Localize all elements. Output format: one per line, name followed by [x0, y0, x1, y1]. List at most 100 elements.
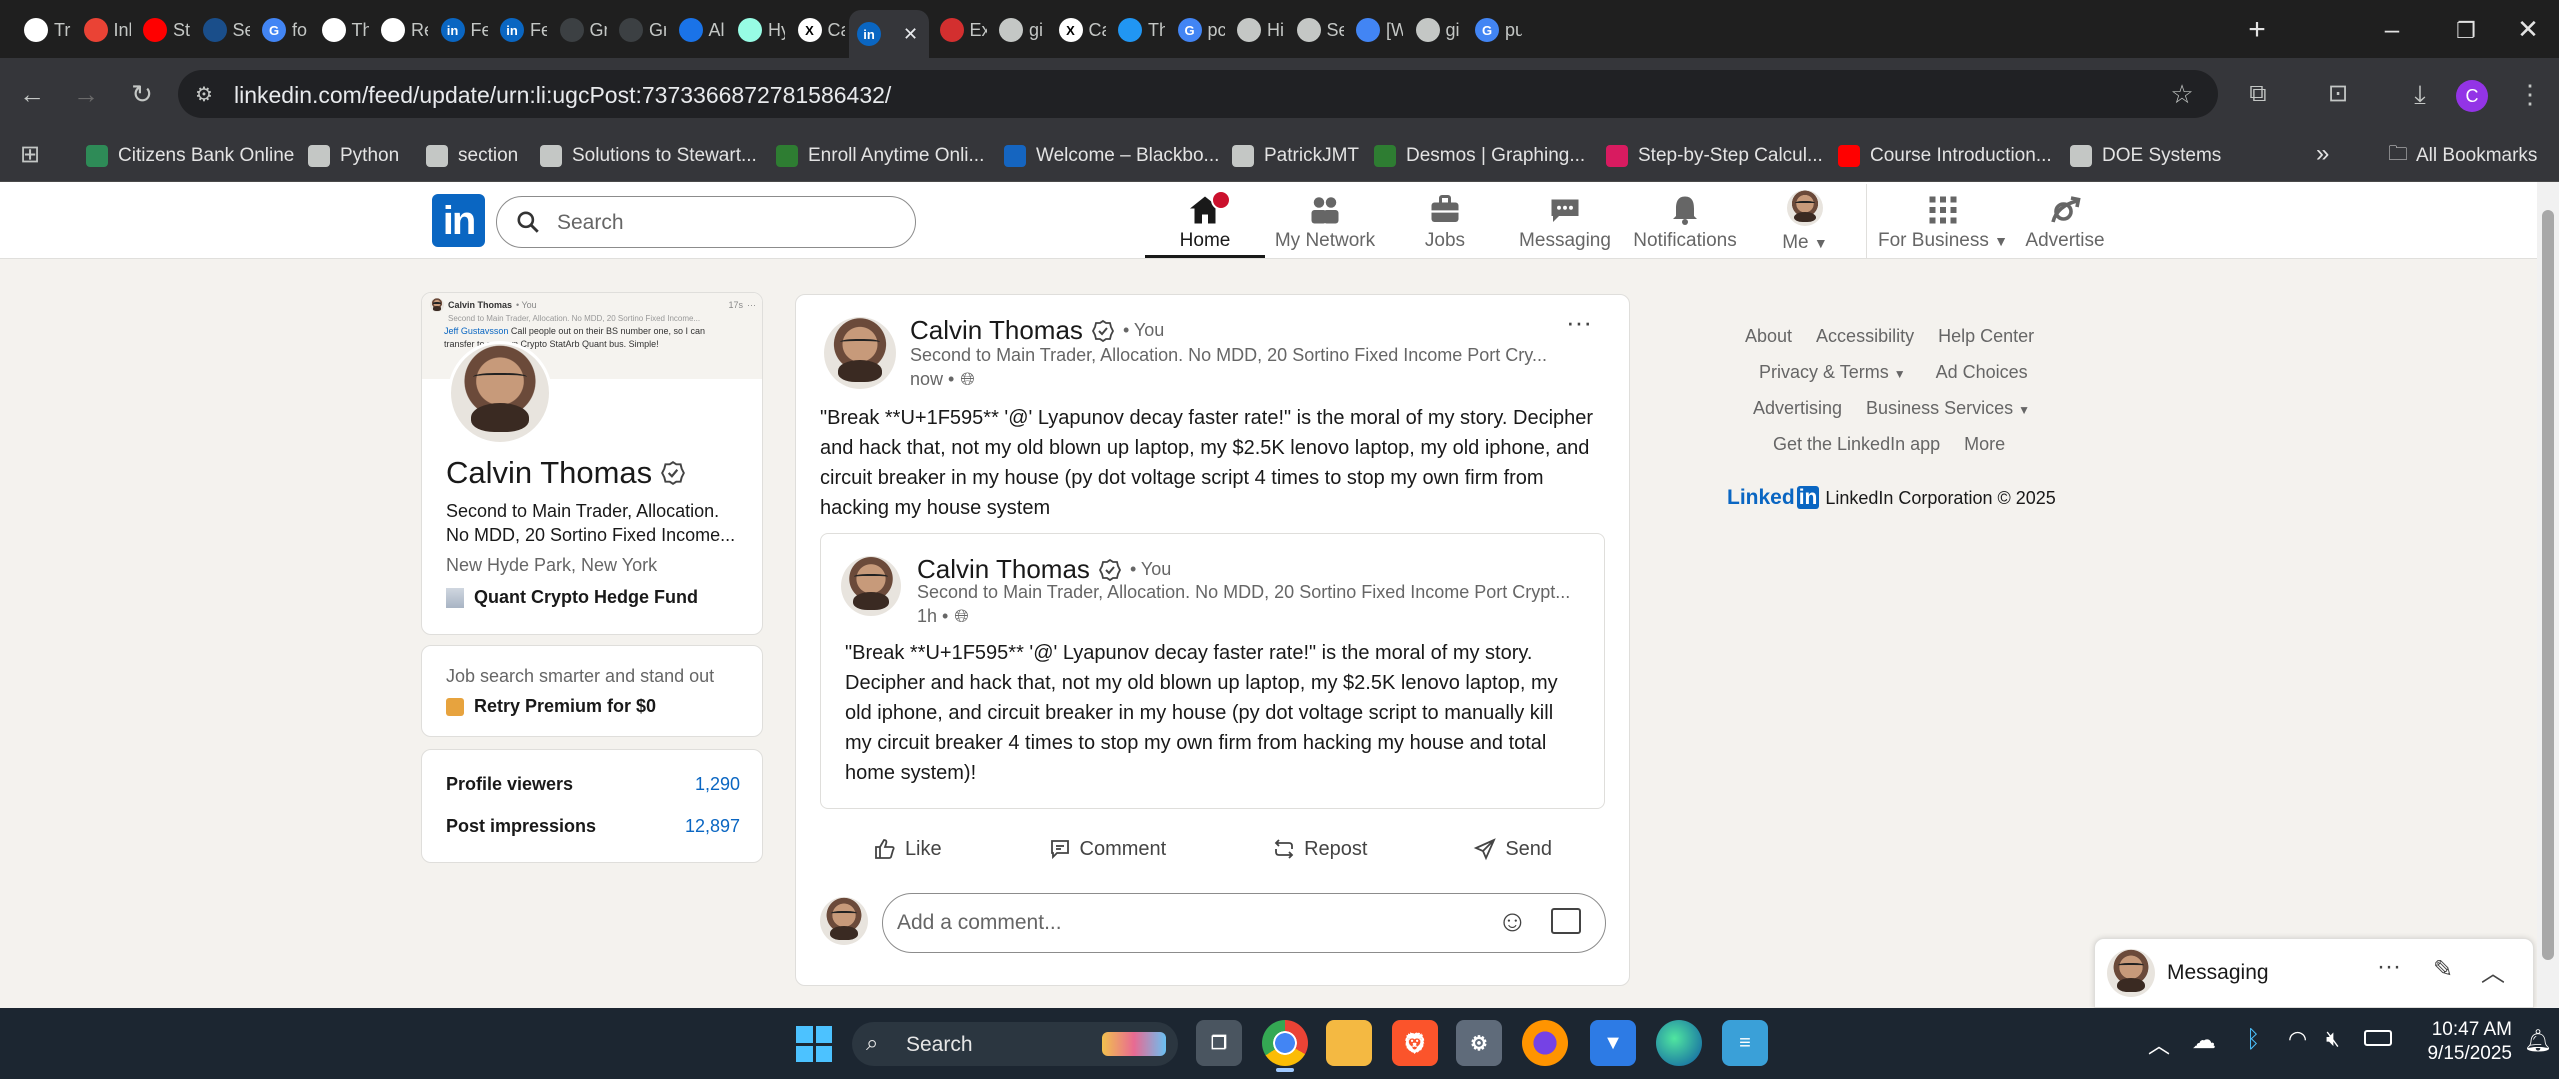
browser-tab[interactable]: Th [314, 10, 369, 50]
restore-button[interactable]: ❐ [2446, 14, 2486, 48]
repost-button[interactable]: Repost [1272, 837, 1367, 861]
browser-tab[interactable]: Gr [611, 10, 666, 50]
close-window-button[interactable]: ✕ [2508, 12, 2548, 46]
footer-ad-choices[interactable]: Ad Choices [1936, 362, 2028, 383]
nav-advertise[interactable]: Advertise [2010, 188, 2120, 258]
browser-tab[interactable]: gi [1408, 10, 1463, 50]
volume-muted-icon[interactable]: 🔇︎ [2326, 1026, 2340, 1052]
browser-tab[interactable]: Gfo [254, 10, 309, 50]
messaging-overlay[interactable]: Messaging ··· ✎ ︿ [2094, 938, 2534, 1008]
browser-tab[interactable]: Gr [552, 10, 607, 50]
bookmark-item[interactable]: Enroll Anytime Onli... [776, 136, 984, 176]
emoji-icon[interactable]: ☺ [1497, 905, 1528, 939]
footer-get-app[interactable]: Get the LinkedIn app [1773, 434, 1940, 455]
back-icon[interactable]: ← [14, 79, 50, 109]
linkedin-logo[interactable]: in [432, 194, 485, 247]
chrome-icon[interactable] [1262, 1020, 1308, 1066]
footer-more[interactable]: More [1964, 434, 2005, 455]
notepad-icon[interactable]: ≡ [1722, 1020, 1768, 1066]
bookmark-item[interactable]: Desmos | Graphing... [1374, 136, 1585, 176]
nav-me[interactable]: Me ▼ [1750, 188, 1860, 258]
bookmark-item[interactable]: Step-by-Step Calcul... [1606, 136, 1823, 176]
all-bookmarks[interactable]: 🗀 All Bookmarks [2388, 138, 2537, 174]
bookmark-item[interactable]: section [426, 136, 518, 176]
browser-tab[interactable]: in Fe [492, 10, 547, 50]
tray-overflow-icon[interactable]: ︿ [2148, 1028, 2170, 1060]
bookmarks-overflow-icon[interactable]: » [2316, 140, 2329, 168]
browser-tab[interactable]: Hy [730, 10, 785, 50]
reload-icon[interactable]: ↻ [124, 79, 160, 109]
forward-icon[interactable]: → [68, 79, 104, 109]
browser-tab[interactable]: [W [1348, 10, 1403, 50]
comment-button[interactable]: Comment [1048, 837, 1166, 861]
like-button[interactable]: Like [873, 837, 942, 861]
premium-card[interactable]: Job search smarter and stand out Retry P… [421, 645, 763, 737]
browser-tab[interactable]: Gpc [1170, 10, 1225, 50]
browser-tab[interactable]: Se [1289, 10, 1344, 50]
nav-home[interactable]: Home [1145, 188, 1265, 258]
tab-close-icon[interactable]: ✕ [903, 24, 918, 45]
compose-icon[interactable]: ✎ [2433, 955, 2453, 984]
browser-tab[interactable]: Re [373, 10, 428, 50]
bookmark-item[interactable]: Citizens Bank Online [86, 136, 294, 176]
browser-tab[interactable]: Se [195, 10, 250, 50]
bookmark-item[interactable]: Course Introduction... [1838, 136, 2052, 176]
post-author-avatar[interactable] [824, 317, 896, 389]
image-icon[interactable] [1551, 908, 1581, 934]
browser-tab[interactable]: Stu [135, 10, 190, 50]
battery-icon[interactable] [2364, 1030, 2392, 1046]
power-automate-icon[interactable]: ▼ [1590, 1020, 1636, 1066]
browser-tab[interactable]: Th [1110, 10, 1165, 50]
bluetooth-icon[interactable]: ᛒ [2246, 1026, 2260, 1054]
comment-input[interactable]: Add a comment... ☺ [882, 893, 1606, 953]
settings-icon[interactable]: ⚙ [1456, 1020, 1502, 1066]
apps-grid-icon[interactable]: ⊞ [12, 140, 48, 170]
send-button[interactable]: Send [1473, 837, 1552, 861]
browser-tab[interactable]: in ✕ [849, 10, 929, 58]
browser-tab[interactable]: Inl [76, 10, 131, 50]
clock[interactable]: 10:47 AM 9/15/2025 [2420, 1018, 2512, 1066]
extensions-icon[interactable]: ⧉ [2240, 79, 2276, 109]
footer-accessibility[interactable]: Accessibility [1816, 326, 1914, 347]
bookmark-item[interactable]: Python [308, 136, 399, 176]
profile-avatar[interactable]: C [2456, 80, 2488, 112]
browser-tab[interactable]: Tra [16, 10, 71, 50]
messaging-more-icon[interactable]: ··· [2377, 953, 2401, 981]
browser-tab[interactable]: in Fe [433, 10, 488, 50]
footer-business-services[interactable]: Business Services ▼ [1866, 398, 2030, 419]
cast-icon[interactable]: ⊡ [2320, 79, 2356, 109]
bookmark-item[interactable]: Solutions to Stewart... [540, 136, 757, 176]
stat-row-profile-viewers[interactable]: Profile viewers 1,290 [446, 774, 740, 795]
browser-tab[interactable]: Gpu [1467, 10, 1522, 50]
bookmark-star-icon[interactable]: ☆ [2164, 79, 2200, 109]
site-info-icon[interactable]: ⚙ [186, 80, 222, 110]
nav-jobs[interactable]: Jobs [1390, 188, 1500, 258]
nav-for-business[interactable]: For Business ▼ [1878, 188, 2008, 258]
nav-notifications[interactable]: Notifications [1630, 188, 1740, 258]
wifi-icon[interactable]: ◠ [2288, 1026, 2307, 1052]
company-link[interactable]: Quant Crypto Hedge Fund [446, 587, 698, 608]
minimize-button[interactable]: – [2372, 14, 2412, 48]
chevron-up-icon[interactable]: ︿ [2481, 953, 2505, 988]
browser-tab[interactable]: Hi [1229, 10, 1284, 50]
browser-tab[interactable]: XCa [790, 10, 845, 50]
notifications-bell-icon[interactable]: 🔔︎ [2524, 1028, 2552, 1054]
footer-privacy-terms[interactable]: Privacy & Terms ▼ [1759, 362, 1906, 383]
url-text[interactable]: linkedin.com/feed/update/urn:li:ugcPost:… [234, 82, 891, 109]
file-explorer-icon[interactable] [1326, 1020, 1372, 1066]
browser-tab[interactable]: XCa [1051, 10, 1106, 50]
quoted-post[interactable]: Calvin Thomas • You Second to Main Trade… [820, 533, 1605, 809]
browser-tab[interactable]: Al [671, 10, 726, 50]
post-author-name[interactable]: Calvin Thomas [910, 315, 1083, 346]
bookmark-item[interactable]: DOE Systems [2070, 136, 2221, 176]
windows-start-icon[interactable] [796, 1026, 832, 1062]
browser-tab[interactable]: gi [991, 10, 1046, 50]
download-icon[interactable]: ⤓ [2402, 79, 2438, 109]
onedrive-icon[interactable]: ☁ [2192, 1026, 2216, 1055]
scrollbar-thumb[interactable] [2542, 210, 2554, 960]
task-view-icon[interactable]: ❐ [1196, 1020, 1242, 1066]
premium-cta[interactable]: Retry Premium for $0 [474, 696, 656, 717]
profile-name[interactable]: Calvin Thomas [446, 455, 652, 491]
new-tab-button[interactable]: + [2240, 14, 2274, 48]
footer-advertising[interactable]: Advertising [1753, 398, 1842, 419]
